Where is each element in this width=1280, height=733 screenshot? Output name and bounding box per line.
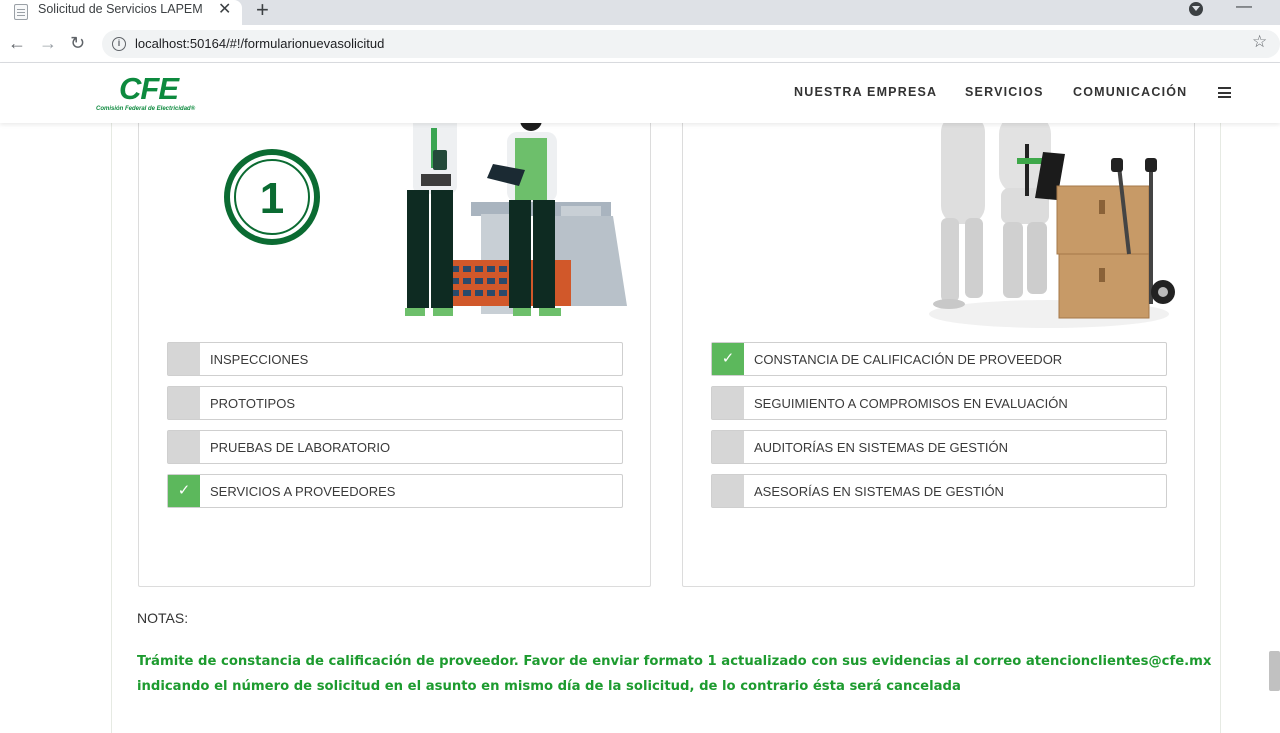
suppliers-illustration: [929, 114, 1175, 328]
option-checkbox[interactable]: [712, 387, 744, 419]
step-number-badge: 1: [224, 149, 320, 245]
bookmark-star-icon[interactable]: ☆: [1252, 32, 1267, 52]
checkmark-icon[interactable]: ✓: [168, 475, 200, 507]
option-label: CONSTANCIA DE CALIFICACIÓN DE PROVEEDOR: [754, 352, 1063, 367]
menu-comunicacion[interactable]: COMUNICACIÓN: [1073, 85, 1187, 99]
url-text[interactable]: localhost:50164/#!/formularionuevasolici…: [135, 36, 384, 51]
option-asesorias-sistemas[interactable]: ASESORÍAS EN SISTEMAS DE GESTIÓN: [711, 474, 1167, 508]
service-subcategory-card: proveedores: [682, 102, 1195, 587]
forward-button[interactable]: →: [39, 32, 57, 54]
new-tab-button[interactable]: +: [256, 0, 269, 23]
browser-toolbar: ← → ↻ i localhost:50164/#!/formularionue…: [0, 25, 1280, 63]
option-constancia-calificacion[interactable]: ✓ CONSTANCIA DE CALIFICACIÓN DE PROVEEDO…: [711, 342, 1167, 376]
option-label: PRUEBAS DE LABORATORIO: [210, 440, 391, 455]
step-number: 1: [260, 174, 284, 223]
hamburger-menu-icon[interactable]: [1218, 87, 1231, 98]
site-info-icon[interactable]: i: [112, 37, 126, 51]
option-seguimiento-compromisos[interactable]: SEGUIMIENTO A COMPROMISOS EN EVALUACIÓN: [711, 386, 1167, 420]
logo-text: CFE: [119, 71, 179, 106]
option-checkbox[interactable]: [168, 387, 200, 419]
option-auditorias-sistemas[interactable]: AUDITORÍAS EN SISTEMAS DE GESTIÓN: [711, 430, 1167, 464]
option-checkbox[interactable]: [168, 343, 200, 375]
option-label: AUDITORÍAS EN SISTEMAS DE GESTIÓN: [754, 440, 1009, 455]
option-prototipos[interactable]: PROTOTIPOS: [167, 386, 623, 420]
minimize-window-button[interactable]: —: [1236, 0, 1252, 16]
page-scrollbar-thumb[interactable]: [1269, 651, 1280, 691]
address-bar[interactable]: i localhost:50164/#!/formularionuevasoli…: [102, 30, 1280, 58]
checkmark-icon[interactable]: ✓: [712, 343, 744, 375]
note-text-line-2: indicando el número de solicitud en el a…: [137, 679, 961, 694]
option-inspecciones[interactable]: INSPECCIONES: [167, 342, 623, 376]
option-checkbox[interactable]: [712, 431, 744, 463]
browser-tab-bar: Solicitud de Servicios LAPEM ✕ + —: [0, 0, 1280, 25]
tab-title: Solicitud de Servicios LAPEM: [38, 2, 203, 16]
cfe-logo[interactable]: CFE Comisión Federal de Electricidad®: [94, 71, 214, 115]
profile-menu-icon[interactable]: [1189, 2, 1203, 16]
tab-close-icon[interactable]: ✕: [218, 0, 231, 20]
browser-tab[interactable]: Solicitud de Servicios LAPEM ✕: [0, 0, 242, 25]
option-label: SEGUIMIENTO A COMPROMISOS EN EVALUACIÓN: [754, 396, 1068, 411]
page-content: 1 INSPECCIONES PROTOTIPOS PRUEBAS DE LAB…: [0, 102, 1280, 733]
option-label: SERVICIOS A PROVEEDORES: [210, 484, 396, 499]
back-button[interactable]: ←: [8, 32, 26, 54]
menu-nuestra-empresa[interactable]: NUESTRA EMPRESA: [794, 85, 937, 99]
logo-subtitle: Comisión Federal de Electricidad®: [96, 106, 196, 112]
workers-illustration: [405, 114, 627, 316]
site-header: CFE Comisión Federal de Electricidad® NU…: [0, 63, 1280, 123]
menu-servicios[interactable]: SERVICIOS: [965, 85, 1044, 99]
reload-button[interactable]: ↻: [70, 32, 85, 54]
notes-title: NOTAS:: [137, 610, 189, 626]
option-checkbox[interactable]: [168, 431, 200, 463]
option-label: PROTOTIPOS: [210, 396, 295, 411]
option-checkbox[interactable]: [712, 475, 744, 507]
page-favicon-icon: [14, 4, 28, 20]
option-pruebas-de-laboratorio[interactable]: PRUEBAS DE LABORATORIO: [167, 430, 623, 464]
note-text-line-1: Trámite de constancia de calificación de…: [137, 654, 1212, 669]
option-label: ASESORÍAS EN SISTEMAS DE GESTIÓN: [754, 484, 1004, 499]
option-servicios-a-proveedores[interactable]: ✓ SERVICIOS A PROVEEDORES: [167, 474, 623, 508]
service-category-card: 1 INSPECCIONES PROTOTIPOS PRUEBAS DE LAB…: [138, 113, 651, 587]
option-label: INSPECCIONES: [210, 352, 309, 367]
